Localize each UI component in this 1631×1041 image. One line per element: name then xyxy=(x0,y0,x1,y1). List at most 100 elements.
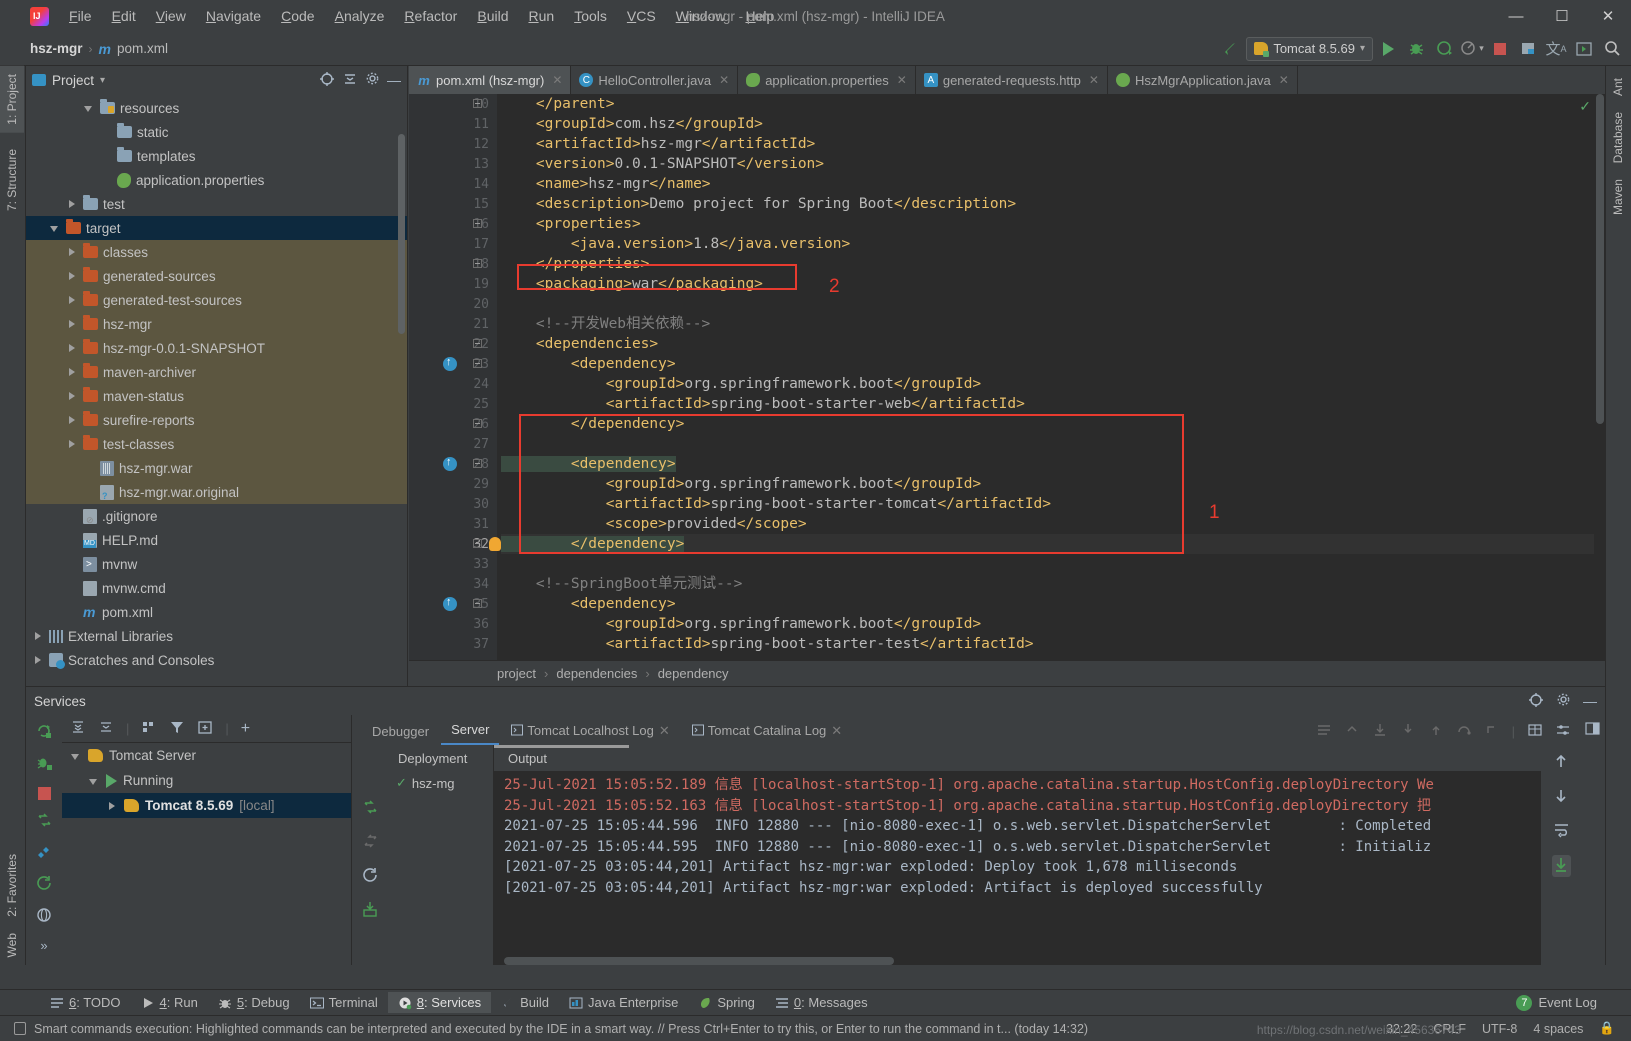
collapse-up-icon[interactable] xyxy=(1344,722,1360,741)
run-dashboard-icon[interactable] xyxy=(1571,36,1597,62)
tree-item-hsz-mgr[interactable]: hsz-mgr xyxy=(26,312,407,336)
chevron-right-icon[interactable] xyxy=(66,318,78,330)
services-tree-item-running[interactable]: Running xyxy=(62,768,351,793)
services-tab-debugger[interactable]: Debugger xyxy=(362,720,439,745)
tool-window-button-build[interactable]: Build xyxy=(491,992,559,1013)
more-icon[interactable]: » xyxy=(40,938,47,953)
editor-tab-hellocontroller-java[interactable]: C HelloController.java ✕ xyxy=(571,66,739,94)
tree-item-surefire-reports[interactable]: surefire-reports xyxy=(26,408,407,432)
gear-icon[interactable] xyxy=(1556,692,1571,710)
menu-item-analyze[interactable]: Analyze xyxy=(325,4,395,28)
tree-item-target[interactable]: target xyxy=(26,216,407,240)
breadcrumb-item-dependency[interactable]: dependency xyxy=(658,666,729,681)
project-tree[interactable]: resources static templates application.prop… xyxy=(26,94,407,686)
list-icon[interactable] xyxy=(1316,722,1332,741)
code-line[interactable]: <properties> xyxy=(501,214,1605,234)
chevron-right-icon[interactable] xyxy=(66,390,78,402)
code-line[interactable]: <dependency> xyxy=(501,454,1605,474)
code-line[interactable] xyxy=(501,434,1605,454)
translate-icon[interactable]: 文A xyxy=(1543,36,1569,62)
menu-item-navigate[interactable]: Navigate xyxy=(196,4,271,28)
close-icon[interactable]: ✕ xyxy=(897,73,907,87)
stripe-button-database[interactable]: Database xyxy=(1606,104,1630,171)
menu-item-refactor[interactable]: Refactor xyxy=(394,4,467,28)
code-fold-icon[interactable] xyxy=(473,219,482,228)
code-line[interactable]: </dependency> xyxy=(501,534,1605,554)
chevron-down-icon[interactable]: ▾ xyxy=(100,75,105,86)
stripe-button-maven[interactable]: Maven xyxy=(1606,171,1630,223)
soft-wrap-icon[interactable] xyxy=(1553,821,1570,841)
tool-window-button-5-debug[interactable]: 5: Debug xyxy=(208,992,300,1013)
close-icon[interactable]: ✕ xyxy=(719,73,729,87)
stripe-button-structure[interactable]: 7: Structure xyxy=(0,141,24,219)
locate-file-icon[interactable] xyxy=(319,71,335,90)
chevron-right-icon[interactable] xyxy=(66,438,78,450)
maven-dependency-gutter-icon[interactable] xyxy=(443,594,457,611)
tree-item-static[interactable]: static xyxy=(26,120,407,144)
maven-dependency-gutter-icon[interactable] xyxy=(443,354,457,371)
build-hammer-icon[interactable] xyxy=(1218,36,1244,62)
tree-item-gitignore[interactable]: .gitignore xyxy=(26,504,407,528)
chevron-down-icon[interactable] xyxy=(49,222,61,234)
tree-item-hsz-mgr-0-0-1-snapshot[interactable]: hsz-mgr-0.0.1-SNAPSHOT xyxy=(26,336,407,360)
code-line[interactable]: <!--开发Web相关依赖--> xyxy=(501,314,1605,334)
run-configuration-selector[interactable]: Tomcat 8.5.69 ▾ xyxy=(1246,36,1373,61)
tree-item-external-libraries[interactable]: External Libraries xyxy=(26,624,407,648)
editor-gutter[interactable]: 1011121314151617181920212223242526272829… xyxy=(409,94,501,660)
file-encoding[interactable]: UTF-8 xyxy=(1482,1022,1517,1036)
code-line[interactable]: <java.version>1.8</java.version> xyxy=(501,234,1605,254)
chevron-right-icon[interactable] xyxy=(66,246,78,258)
code-line[interactable] xyxy=(501,294,1605,314)
tree-item-maven-archiver[interactable]: maven-archiver xyxy=(26,360,407,384)
code-line[interactable]: <groupId>com.hsz</groupId> xyxy=(501,114,1605,134)
run-with-coverage-button[interactable] xyxy=(1431,36,1457,62)
tree-item-maven-status[interactable]: maven-status xyxy=(26,384,407,408)
tool-window-button-spring[interactable]: Spring xyxy=(688,992,765,1013)
refresh-icon[interactable] xyxy=(362,867,379,887)
chevron-right-icon[interactable] xyxy=(32,654,44,666)
tree-item-mvnw-cmd[interactable]: mvnw.cmd xyxy=(26,576,407,600)
tree-item-help-md[interactable]: HELP.md xyxy=(26,528,407,552)
breadcrumb-item-dependencies[interactable]: dependencies xyxy=(556,666,637,681)
chevron-down-icon[interactable] xyxy=(88,775,100,787)
code-line[interactable]: </parent> xyxy=(501,94,1605,114)
services-tree-item-tomcat-8-5-69[interactable]: Tomcat 8.5.69 [local] xyxy=(62,793,351,818)
code-fold-icon[interactable] xyxy=(473,539,482,548)
code-line[interactable]: <artifactId>spring-boot-starter-test</ar… xyxy=(501,634,1605,654)
menu-item-vcs[interactable]: VCS xyxy=(617,4,666,28)
layout-settings-icon[interactable] xyxy=(1585,721,1601,740)
menu-item-window[interactable]: Window xyxy=(666,4,736,28)
tree-item-resources[interactable]: resources xyxy=(26,96,407,120)
deployment-item[interactable]: ✓ hsz-mg xyxy=(388,771,493,795)
breadcrumb-item-project[interactable]: project xyxy=(497,666,536,681)
stripe-button-project[interactable]: 1: Project xyxy=(0,66,24,133)
scroll-to-end-icon[interactable] xyxy=(1551,855,1571,877)
tree-item-test-classes[interactable]: test-classes xyxy=(26,432,407,456)
tree-item-generated-test-sources[interactable]: generated-test-sources xyxy=(26,288,407,312)
editor-tab-application-properties[interactable]: application.properties ✕ xyxy=(738,66,916,94)
menu-item-view[interactable]: View xyxy=(146,4,196,28)
stripe-button-ant[interactable]: Ant xyxy=(1606,70,1630,104)
gear-icon[interactable] xyxy=(365,71,380,89)
editor-tab-pom-xml-hsz-mgr[interactable]: m pom.xml (hsz-mgr) ✕ xyxy=(409,66,572,94)
tree-item-hsz-mgr-war-original[interactable]: hsz-mgr.war.original xyxy=(26,480,407,504)
add-service-icon[interactable]: + xyxy=(241,720,250,738)
code-fold-icon[interactable] xyxy=(473,359,482,368)
menu-item-code[interactable]: Code xyxy=(271,4,324,28)
tool-window-button-java-enterprise[interactable]: Java Enterprise xyxy=(559,992,688,1013)
tree-item-hsz-mgr-war[interactable]: hsz-mgr.war xyxy=(26,456,407,480)
close-icon[interactable]: ✕ xyxy=(552,73,562,87)
code-line[interactable]: <scope>provided</scope> xyxy=(501,514,1605,534)
stop-button[interactable] xyxy=(1487,36,1513,62)
chevron-right-icon[interactable] xyxy=(66,294,78,306)
tree-item-generated-sources[interactable]: generated-sources xyxy=(26,264,407,288)
tool-window-button-terminal[interactable]: Terminal xyxy=(300,992,388,1013)
nav-project-name[interactable]: hsz-mgr xyxy=(30,41,83,56)
update-icon[interactable] xyxy=(36,812,53,832)
code-line[interactable]: </dependency> xyxy=(501,414,1605,434)
console-hscrollbar[interactable] xyxy=(504,957,894,965)
code-line[interactable]: <artifactId>spring-boot-starter-tomcat</… xyxy=(501,494,1605,514)
debug-button[interactable] xyxy=(1403,36,1429,62)
code-line[interactable]: <description>Demo project for Spring Boo… xyxy=(501,194,1605,214)
services-tab-server[interactable]: Server xyxy=(441,718,500,745)
